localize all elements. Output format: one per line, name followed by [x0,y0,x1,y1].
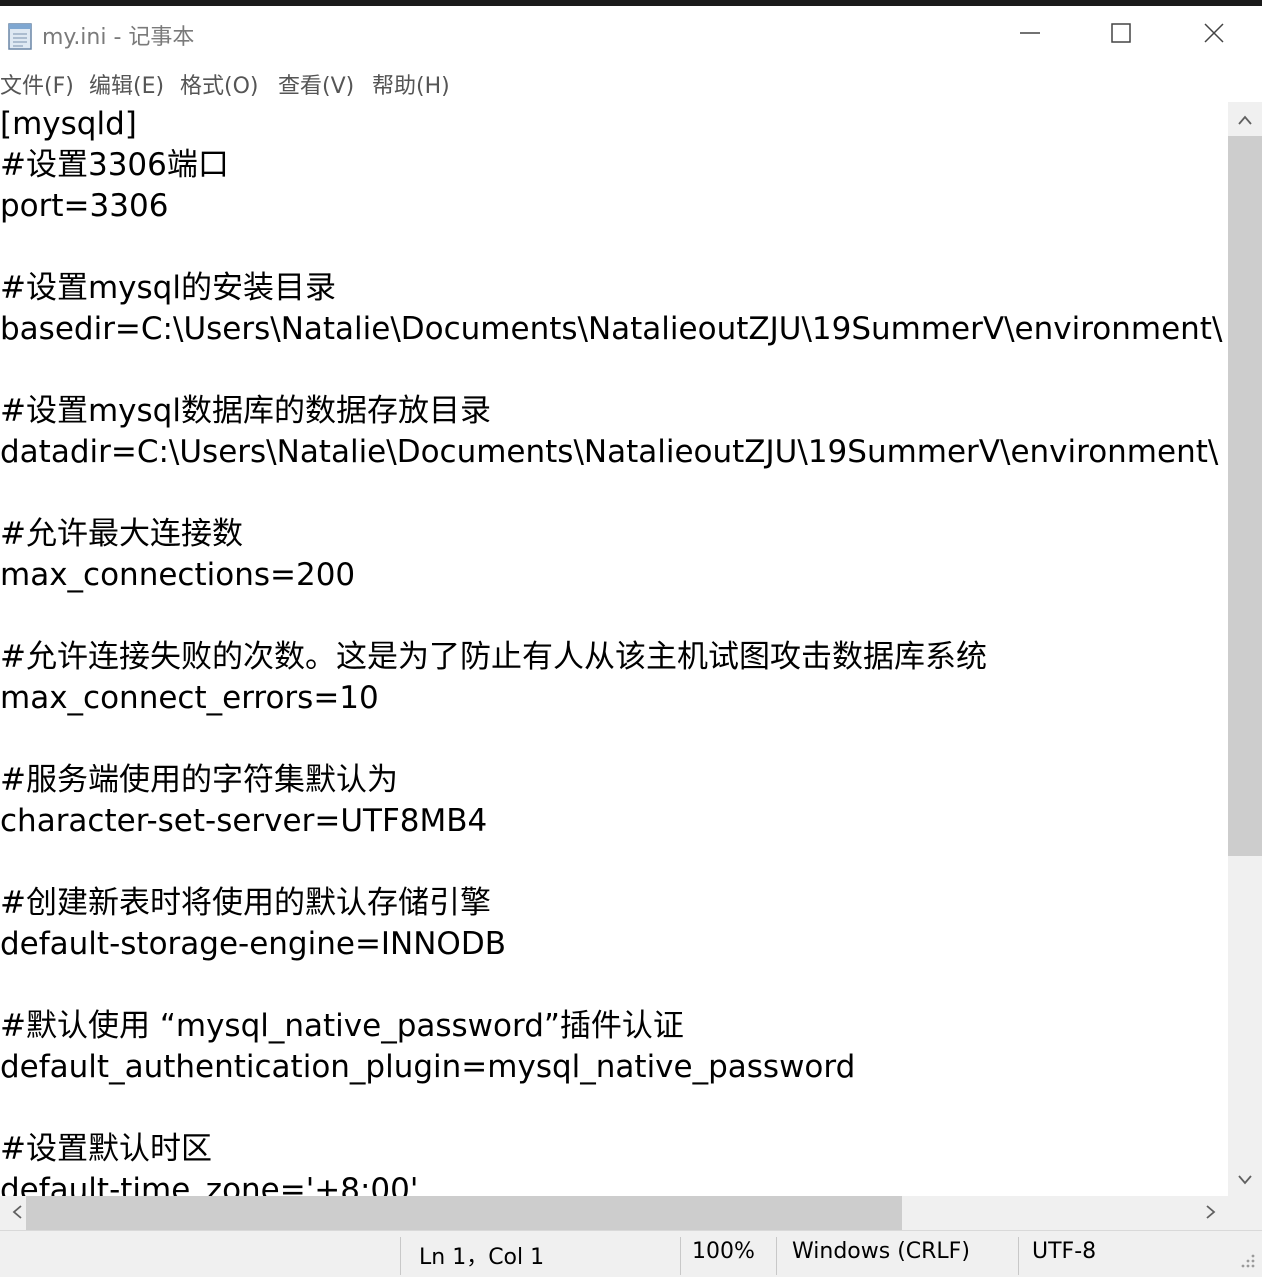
editor-line: max_connections=200 [0,557,356,593]
editor-line: #设置mysql的安装目录 [0,270,336,306]
scroll-up-button[interactable] [1228,102,1262,136]
minimize-button[interactable] [1007,12,1053,58]
editor-line: #设置3306端口 [0,147,229,183]
maximize-icon [1109,21,1133,49]
editor-line: datadir=C:\Users\Natalie\Documents\Natal… [0,434,1219,470]
menu-view[interactable]: 查看(V) [278,68,354,100]
menu-edit[interactable]: 编辑(E) [89,68,164,100]
maximize-button[interactable] [1098,12,1144,58]
editor-line: #默认使用 “mysql_native_password”插件认证 [0,1008,684,1044]
chevron-left-icon [12,1204,22,1223]
scroll-left-button[interactable] [0,1196,34,1230]
editor-line: default-storage-engine=INNODB [0,926,506,962]
scroll-down-button[interactable] [1228,1162,1262,1196]
status-encoding: UTF-8 [1032,1239,1097,1264]
editor-line: default_authentication_plugin=mysql_nati… [0,1049,856,1085]
editor-line: character-set-server=UTF8MB4 [0,803,488,839]
editor-line: #设置mysql数据库的数据存放目录 [0,393,491,429]
horizontal-scroll-thumb[interactable] [26,1196,902,1230]
status-divider [1018,1237,1019,1275]
text-editor[interactable]: [mysqld] #设置3306端口 port=3306 #设置mysql的安装… [0,102,1228,1196]
editor-line: basedir=C:\Users\Natalie\Documents\Natal… [0,311,1223,347]
scroll-right-button[interactable] [1194,1196,1228,1230]
editor-line: #允许最大连接数 [0,516,243,552]
window-title: my.ini - 记事本 [42,25,195,50]
resize-grip-icon[interactable] [1238,1251,1256,1273]
editor-line: default-time_zone='+8:00' [0,1172,419,1196]
minimize-icon [1018,21,1042,49]
close-icon [1202,21,1226,49]
editor-line: #设置默认时区 [0,1131,212,1167]
status-cursor-position: Ln 1，Col 1 [419,1245,545,1270]
editor-line: #允许连接失败的次数。这是为了防止有人从该主机试图攻击数据库系统 [0,639,987,675]
status-divider [400,1237,401,1275]
editor-line: [mysqld] [0,106,137,142]
status-bar: Ln 1，Col 1 100% Windows (CRLF) UTF-8 [0,1230,1262,1277]
title-bar[interactable]: my.ini - 记事本 [0,6,1262,58]
menu-format[interactable]: 格式(O) [180,68,258,100]
chevron-right-icon [1206,1204,1216,1223]
scrollbar-corner [1228,1196,1262,1230]
status-line-ending: Windows (CRLF) [792,1239,970,1264]
editor-line: port=3306 [0,188,169,224]
close-button[interactable] [1191,12,1237,58]
notepad-icon [6,20,34,50]
editor-line: max_connect_errors=10 [0,680,379,716]
status-zoom: 100% [692,1239,755,1264]
vertical-scroll-thumb[interactable] [1228,136,1262,856]
menu-help[interactable]: 帮助(H) [372,68,450,100]
menu-bar: 文件(F) 编辑(E) 格式(O) 查看(V) 帮助(H) [0,60,1262,103]
editor-line: #创建新表时将使用的默认存储引擎 [0,885,491,921]
status-divider [680,1237,681,1275]
chevron-down-icon [1238,1170,1252,1189]
editor-line: #服务端使用的字符集默认为 [0,762,398,798]
status-divider [776,1237,777,1275]
menu-file[interactable]: 文件(F) [0,68,74,100]
chevron-up-icon [1238,110,1252,129]
